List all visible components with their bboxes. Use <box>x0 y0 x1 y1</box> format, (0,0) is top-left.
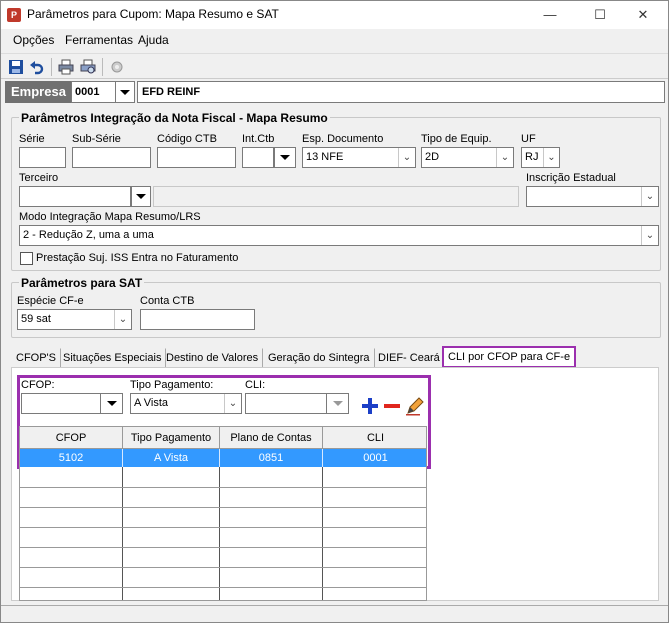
grid-cell-plano-de-contas: 0851 <box>220 449 323 467</box>
terceiro-label: Terceiro <box>19 172 59 184</box>
serie-input[interactable] <box>19 147 66 168</box>
menu-opcoes[interactable]: Opções <box>13 33 54 47</box>
esp-documento-select[interactable]: 13 NFE ⌄ <box>302 147 416 168</box>
save-icon[interactable] <box>8 59 24 75</box>
chevron-down-icon: ⌄ <box>641 187 658 206</box>
uf-select[interactable]: RJ ⌄ <box>521 147 560 168</box>
tipo-equip-label: Tipo de Equip. <box>421 133 492 145</box>
cli-label: CLI: <box>245 379 266 391</box>
tab-cli-por-cfop[interactable]: CLI por CFOP para CF-e <box>442 346 577 368</box>
tab-destino-de-valores[interactable]: Destino de Valores <box>161 348 264 368</box>
codigo-ctb-input[interactable] <box>157 147 236 168</box>
uf-label: UF <box>521 133 536 145</box>
empresa-row: Empresa 0001 EFD REINF <box>3 81 667 103</box>
tipo-pagamento-value: A Vista <box>134 397 169 409</box>
chevron-down-icon: ⌄ <box>114 310 131 329</box>
chevron-down-icon: ⌄ <box>398 148 415 167</box>
terceiro-name-field <box>153 186 519 207</box>
chevron-down-icon <box>280 155 290 160</box>
serie-label: Série <box>19 133 45 145</box>
title-bar: P Parâmetros para Cupom: Mapa Resumo e S… <box>1 1 668 29</box>
grid-cell-tipo-pagamento: A Vista <box>123 449 220 467</box>
chevron-down-icon: ⌄ <box>224 394 241 413</box>
maximize-button[interactable]: ☐ <box>586 5 614 25</box>
tipo-pagamento-select[interactable]: A Vista ⌄ <box>130 393 242 414</box>
cfop-dropdown-button[interactable] <box>101 393 123 414</box>
tipo-pagamento-label: Tipo Pagamento: <box>130 379 214 391</box>
grid-cell-cfop: 5102 <box>20 449 123 467</box>
undo-icon[interactable] <box>29 59 45 75</box>
subserie-input[interactable] <box>72 147 151 168</box>
chevron-down-icon: ⌄ <box>641 226 658 245</box>
grid-header-tipo-pagamento[interactable]: Tipo Pagamento <box>123 427 220 449</box>
uf-value: RJ <box>525 151 539 163</box>
window-title: Parâmetros para Cupom: Mapa Resumo e SAT <box>27 7 279 21</box>
chevron-down-icon <box>120 90 130 95</box>
main-window: P Parâmetros para Cupom: Mapa Resumo e S… <box>0 0 669 623</box>
int-ctb-label: Int.Ctb <box>242 133 275 145</box>
especie-cfe-select[interactable]: 59 sat ⌄ <box>17 309 132 330</box>
sat-title: Parâmetros para SAT <box>19 276 145 290</box>
iss-checkbox[interactable] <box>20 252 33 265</box>
grid-header-cli[interactable]: CLI <box>323 427 426 449</box>
iss-label: Prestação Suj. ISS Entra no Faturamento <box>36 252 239 264</box>
esp-documento-label: Esp. Documento <box>302 133 384 145</box>
chevron-down-icon: ⌄ <box>543 148 559 167</box>
toolbar <box>1 53 668 79</box>
print-preview-icon[interactable] <box>80 59 96 75</box>
tab-dief-ceara[interactable]: DIEF- Ceará <box>373 348 445 368</box>
int-ctb-dropdown-button[interactable] <box>274 147 296 168</box>
chevron-down-icon <box>136 194 146 199</box>
int-ctb-input[interactable] <box>242 147 274 168</box>
close-button[interactable]: ✕ <box>629 5 657 25</box>
print-icon[interactable] <box>58 59 74 75</box>
app-icon: P <box>7 8 21 22</box>
empresa-label: Empresa <box>5 81 71 103</box>
esp-documento-value: 13 NFE <box>306 151 344 163</box>
inscricao-estadual-label: Inscrição Estadual <box>526 172 616 184</box>
settings-icon[interactable] <box>109 59 125 75</box>
minimize-button[interactable]: — <box>536 5 564 25</box>
tab-cfops[interactable]: CFOP'S <box>11 348 61 368</box>
terceiro-dropdown-button[interactable] <box>131 186 151 207</box>
cfop-label: CFOP: <box>21 379 55 391</box>
remove-icon[interactable] <box>383 397 401 415</box>
cfop-input[interactable] <box>21 393 101 414</box>
inscricao-estadual-select[interactable]: ⌄ <box>526 186 659 207</box>
empresa-code-input[interactable]: 0001 <box>71 81 117 103</box>
tipo-equip-value: 2D <box>425 151 440 163</box>
modo-integracao-label: Modo Integração Mapa Resumo/LRS <box>19 211 201 223</box>
edit-pencil-icon[interactable] <box>405 396 425 416</box>
grid-cell-cli: 0001 <box>363 452 388 464</box>
chevron-down-icon <box>106 401 117 406</box>
menu-ferramentas[interactable]: Ferramentas <box>65 33 133 47</box>
terceiro-input[interactable] <box>19 186 131 207</box>
conta-ctb-label: Conta CTB <box>140 295 195 307</box>
especie-cfe-label: Espécie CF-e <box>17 295 84 307</box>
conta-ctb-input[interactable] <box>140 309 255 330</box>
add-icon[interactable] <box>361 397 379 415</box>
cli-input[interactable] <box>245 393 327 414</box>
subserie-label: Sub-Série <box>72 133 121 145</box>
mapa-resumo-title: Parâmetros Integração da Nota Fiscal - M… <box>19 111 330 125</box>
grid-header-plano-de-contas[interactable]: Plano de Contas <box>220 427 323 449</box>
especie-cfe-value: 59 sat <box>21 313 51 325</box>
cli-grid: CFOP Tipo Pagamento Plano de Contas CLI … <box>19 426 427 601</box>
table-row[interactable]: 5102 A Vista 0851 0001 <box>20 449 426 467</box>
menu-ajuda[interactable]: Ajuda <box>138 33 169 47</box>
modo-integracao-value: 2 - Redução Z, uma a uma <box>23 229 154 241</box>
cli-dropdown-button[interactable] <box>327 393 349 414</box>
tipo-equip-select[interactable]: 2D ⌄ <box>421 147 514 168</box>
tab-geracao-do-sintegra[interactable]: Geração do Sintegra <box>263 348 375 368</box>
menu-bar: Opções Ferramentas Ajuda <box>1 29 668 51</box>
modo-integracao-select[interactable]: 2 - Redução Z, uma a uma ⌄ <box>19 225 659 246</box>
tab-situacoes-especiais[interactable]: Situações Especiais <box>58 348 167 368</box>
status-bar <box>1 605 668 622</box>
empresa-name-field: EFD REINF <box>137 81 665 103</box>
chevron-down-icon: ⌄ <box>496 148 513 167</box>
grid-header-cfop[interactable]: CFOP <box>20 427 123 449</box>
empresa-dropdown-button[interactable] <box>115 81 135 103</box>
chevron-down-icon <box>332 401 343 406</box>
codigo-ctb-label: Código CTB <box>157 133 217 145</box>
